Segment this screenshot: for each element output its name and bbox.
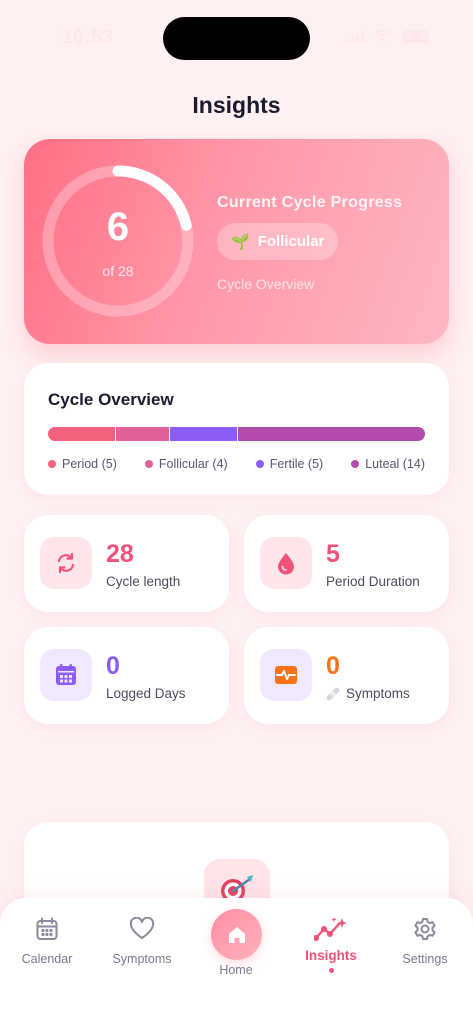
legend-item: Follicular (4) [144, 457, 228, 471]
cycle-progress-card: 6 of 28 Current Cycle Progress 🌱 Follicu… [24, 139, 449, 344]
pulse-icon [260, 649, 312, 701]
battery-icon [402, 30, 429, 43]
legend-item: Luteal (14) [351, 457, 425, 471]
trend-icon [286, 914, 376, 944]
legend-dot [255, 460, 264, 468]
refresh-icon [40, 537, 92, 589]
stat-card-period-duration[interactable]: 5 Period Duration [244, 515, 449, 612]
cycle-total: of 28 [102, 263, 134, 279]
stat-card-symptoms[interactable]: 0 Symptoms [244, 627, 449, 724]
period-duration-value: 5 [326, 540, 340, 568]
legend-dot [351, 460, 360, 468]
tab-insights-label: Insights [305, 948, 357, 963]
symptoms-label: Symptoms [326, 686, 410, 701]
overview-title: Cycle Overview [48, 390, 174, 409]
tab-calendar-label: Calendar [21, 952, 73, 966]
phase-badge[interactable]: 🌱 Follicular [217, 223, 339, 260]
bandage-icon [326, 687, 340, 700]
legend-label: Fertile (5) [269, 457, 324, 471]
status-bar: 10:53 [0, 0, 473, 76]
cycle-length-value: 28 [106, 540, 134, 568]
wifi-icon [374, 30, 392, 43]
drop-icon [260, 537, 312, 589]
phase-segment [48, 427, 115, 441]
hero-title: Current Cycle Progress [217, 194, 403, 211]
sprout-icon: 🌱 [231, 233, 250, 251]
signal-icon [346, 30, 364, 43]
tab-home-label: Home [219, 963, 253, 977]
tab-insights[interactable]: Insights [286, 914, 376, 973]
cycle-day: 6 [106, 205, 130, 249]
home-button[interactable] [211, 909, 262, 960]
legend-label: Period (5) [62, 457, 117, 471]
cycle-overview-link[interactable]: Cycle Overview [217, 276, 314, 292]
dynamic-island [163, 17, 310, 60]
tab-settings[interactable]: Settings [380, 914, 470, 966]
logged-days-value: 0 [106, 652, 120, 680]
phase-bar [48, 427, 425, 441]
tab-settings-label: Settings [402, 952, 448, 966]
phase-legend: Period (5) Follicular (4) Fertile (5) Lutea… [48, 457, 425, 471]
tab-symptoms[interactable]: Symptoms [97, 914, 187, 966]
logged-days-label: Logged Days [106, 686, 186, 701]
gear-icon [380, 914, 470, 944]
legend-dot [48, 460, 56, 468]
status-icons [346, 30, 429, 43]
phase-segment [237, 427, 425, 441]
cycle-length-label: Cycle length [106, 574, 181, 589]
tab-calendar[interactable]: Calendar [2, 914, 92, 966]
phase-segment [115, 427, 170, 441]
phase-label: Follicular [257, 233, 325, 250]
home-icon [228, 926, 245, 943]
legend-label: Luteal (14) [365, 457, 425, 471]
status-time: 10:53 [62, 27, 114, 48]
stat-card-cycle-length[interactable]: 28 Cycle length [24, 515, 229, 612]
calendar-icon [40, 649, 92, 701]
active-indicator [328, 968, 334, 973]
cycle-overview-card: Cycle Overview Period (5) Follicular (4) F… [24, 363, 449, 495]
calendar-icon [2, 914, 92, 944]
legend-label: Follicular (4) [158, 457, 228, 471]
legend-dot [144, 460, 153, 468]
stat-card-logged-days[interactable]: 0 Logged Days [24, 627, 229, 724]
symptoms-value: 0 [326, 652, 340, 680]
heart-icon [97, 914, 187, 944]
tab-symptoms-label: Symptoms [112, 952, 172, 966]
legend-item: Period (5) [48, 457, 117, 471]
phase-segment [170, 427, 237, 441]
period-duration-label: Period Duration [326, 574, 420, 589]
legend-item: Fertile (5) [255, 457, 324, 471]
page-title: Insights [192, 92, 281, 118]
